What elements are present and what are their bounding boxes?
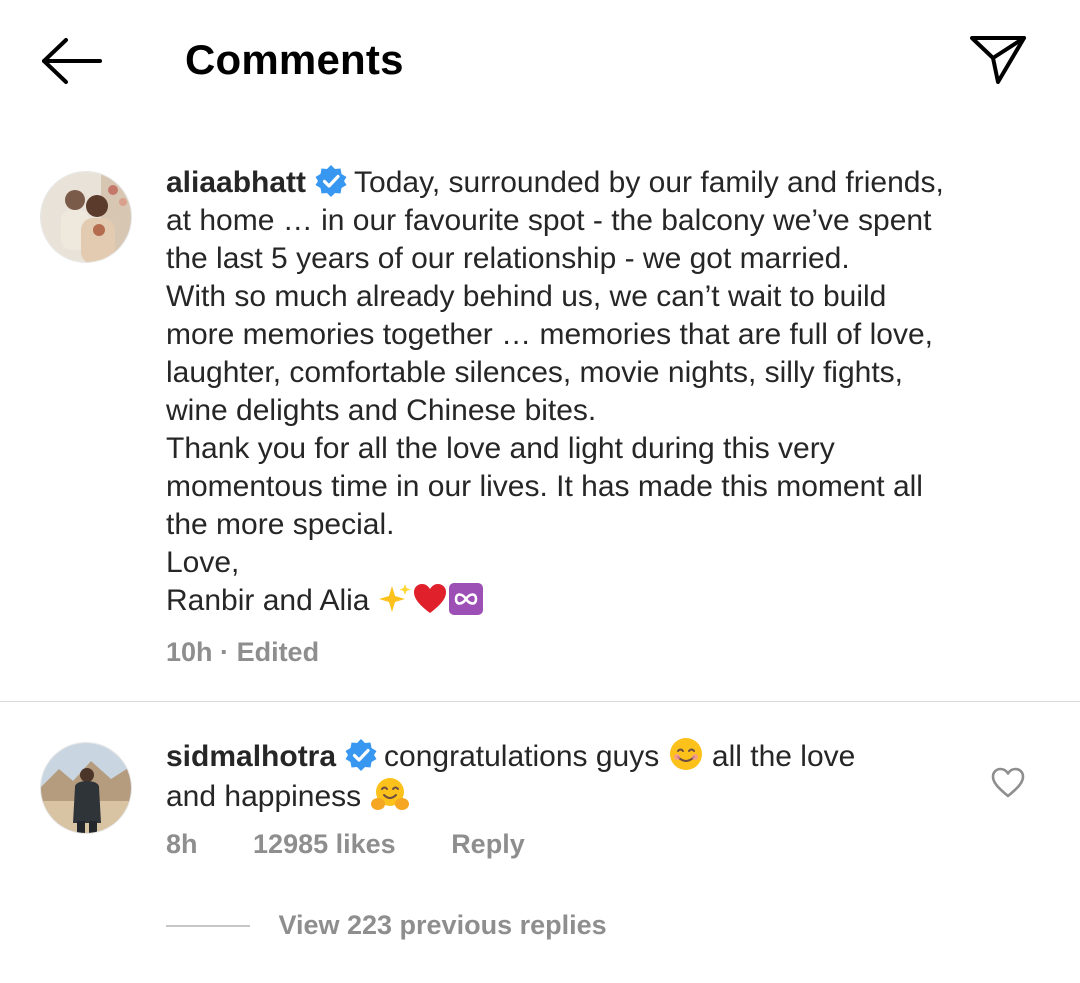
caption-text-line: wine delights and Chinese bites.	[166, 394, 597, 427]
caption-text-line: at home … in our favourite spot - the ba…	[166, 204, 932, 237]
divider	[0, 701, 1080, 702]
caption-text-line: Ranbir and Alia	[166, 584, 370, 617]
comment-line-2: and happiness	[166, 776, 966, 816]
verified-badge-icon	[315, 165, 347, 197]
smiling-face-emoji	[669, 738, 702, 770]
caption-meta: 10h · Edited	[166, 637, 319, 668]
caption-text-line: the more special.	[166, 508, 395, 541]
comment-avatar[interactable]	[40, 742, 132, 834]
caption-text-line: momentous time in our lives. It has made…	[166, 470, 923, 503]
arrow-left-icon	[42, 38, 102, 84]
caption-text-line: Today, surrounded by our family and frie…	[354, 166, 944, 199]
comment-line-1: sidmalhotra congratulations guys all the…	[166, 736, 966, 776]
caption-text: aliaabhatt Today, surrounded by our fami…	[166, 164, 1046, 620]
comment-text-part: congratulations guys	[384, 740, 660, 773]
meta-separator: ·	[220, 637, 230, 667]
sparkles-emoji	[378, 584, 411, 612]
page-title: Comments	[185, 36, 404, 83]
comment-text-part: all the love	[711, 740, 856, 773]
comment-text: sidmalhotra congratulations guys all the…	[166, 736, 966, 816]
caption-text-line: Thank you for all the love and light dur…	[166, 432, 835, 465]
view-replies-button[interactable]: View 223 previous replies	[278, 910, 606, 941]
comment-text-part: and happiness	[166, 780, 362, 813]
back-button[interactable]	[38, 34, 106, 88]
infinity-emoji	[448, 583, 483, 615]
like-button[interactable]	[990, 766, 1026, 800]
caption-text-line: laughter, comfortable silences, movie ni…	[166, 356, 904, 389]
caption-signoff-line: Ranbir and Alia	[166, 582, 1046, 620]
caption-text-line: the last 5 years of our relationship - w…	[166, 242, 850, 275]
caption-text-line: more memories together … memories that a…	[166, 318, 933, 351]
reply-button[interactable]: Reply	[451, 829, 525, 860]
edited-label: Edited	[236, 637, 320, 667]
view-replies-row[interactable]: View 223 previous replies	[166, 910, 607, 950]
profile-photo	[41, 743, 131, 833]
top-bar: Comments	[0, 0, 1080, 120]
comment-meta: 8h 12985 likes Reply	[166, 829, 525, 860]
replies-divider-line	[166, 924, 250, 927]
share-button[interactable]	[966, 28, 1032, 90]
caption-text-line: Love,	[166, 546, 240, 579]
caption-avatar[interactable]	[40, 171, 132, 263]
caption-line-1: aliaabhatt Today, surrounded by our fami…	[166, 164, 1046, 202]
comment-time: 8h	[166, 829, 198, 859]
paper-plane-icon	[970, 36, 1026, 84]
comment-likes[interactable]: 12985 likes	[253, 829, 396, 860]
profile-photo	[41, 172, 131, 262]
red-heart-emoji	[413, 584, 446, 613]
caption-username[interactable]: aliaabhatt	[166, 166, 306, 199]
verified-badge-icon	[345, 739, 377, 771]
caption-text-line: With so much already behind us, we can’t…	[166, 280, 887, 313]
hugging-face-emoji	[370, 778, 409, 810]
comment-username[interactable]: sidmalhotra	[166, 740, 336, 773]
heart-outline-icon	[991, 767, 1025, 798]
caption-time: 10h	[166, 637, 213, 667]
